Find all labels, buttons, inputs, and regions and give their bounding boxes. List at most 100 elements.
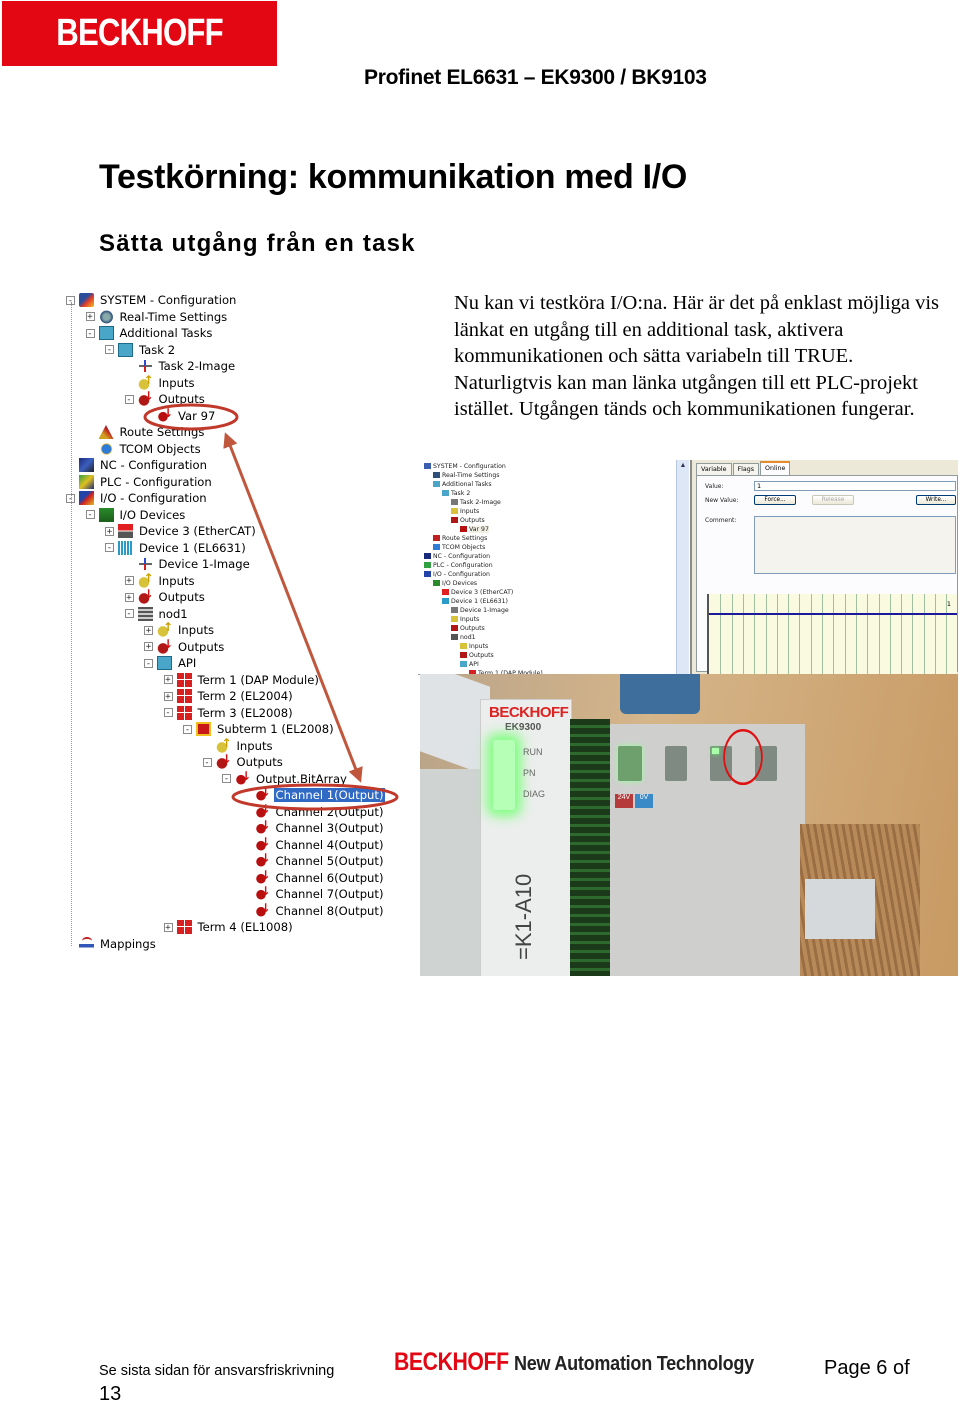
collapse-icon[interactable]: - (222, 774, 231, 784)
tree-item[interactable]: - Additional Tasks (85, 325, 215, 341)
mini-tree-icon (433, 580, 440, 586)
beckhoff-logo: BECKHOFF (2, 1, 277, 66)
force-button[interactable]: Force... (754, 495, 796, 505)
footer-logo: BECKHOFF New Automation Technology (394, 1348, 787, 1377)
value-field[interactable]: 1 (754, 481, 956, 491)
tab-online[interactable]: Online (760, 461, 791, 475)
tree-item[interactable]: Channel 8(Output) (242, 901, 386, 919)
tree-item[interactable]: + Inputs (144, 620, 216, 638)
tree-item[interactable]: - I/O - Configuration (66, 490, 209, 506)
tree-item[interactable]: Inputs (125, 373, 197, 391)
channel-icon (254, 818, 271, 835)
collapse-icon[interactable]: - (163, 708, 173, 718)
route-settings-icon (98, 425, 114, 439)
tree-item[interactable]: + Term 4 (EL1008) (163, 919, 295, 935)
mappings-icon (79, 936, 94, 951)
tree-item[interactable]: Mappings (66, 936, 158, 952)
comment-field[interactable] (754, 516, 956, 574)
profinet-device-icon (118, 540, 133, 555)
tree-item[interactable]: + Term 2 (EL2004) (163, 688, 295, 704)
tree-item[interactable]: Inputs (203, 736, 275, 754)
mini-tree-label: API (469, 661, 479, 668)
mini-tree-item[interactable]: Route Settings (433, 534, 487, 543)
expand-icon[interactable]: + (124, 592, 134, 602)
mini-tree-item[interactable]: Outputs (451, 624, 485, 633)
collapse-icon[interactable]: - (105, 345, 114, 355)
mini-tree-item[interactable]: I/O Devices (433, 579, 477, 588)
tree-item[interactable]: NC - Configuration (66, 457, 209, 473)
inputs-icon (137, 373, 154, 390)
tree-item[interactable]: + Outputs (124, 587, 207, 605)
tree-item[interactable]: - Device 1 (EL6631) (105, 540, 248, 556)
value-label: Value: (705, 483, 724, 490)
tree-item[interactable]: - nod1 (124, 606, 190, 622)
mini-tree-item[interactable]: Inputs (451, 615, 479, 624)
tree-item[interactable]: - API (144, 655, 198, 671)
expand-icon[interactable]: + (144, 625, 153, 635)
mini-tree-item[interactable]: Outputs (451, 516, 485, 525)
tab-variable[interactable]: Variable (696, 463, 732, 475)
mini-tree-item[interactable]: API (460, 660, 479, 669)
tree-item[interactable]: + Term 1 (DAP Module) (163, 672, 321, 688)
tree-item[interactable]: TCOM Objects (86, 441, 203, 457)
mini-tree-item[interactable]: TCOM Objects (433, 543, 485, 552)
collapse-icon[interactable]: - (144, 658, 153, 668)
collapse-icon[interactable]: - (85, 328, 95, 338)
tree-item[interactable]: Route Settings (86, 424, 207, 440)
mini-tree-item[interactable]: Inputs (451, 507, 479, 516)
tree-item[interactable]: Task 2-Image (125, 358, 238, 374)
mini-tree-item[interactable]: Device 3 (EtherCAT) (442, 588, 513, 597)
mini-tree-scrollbar[interactable]: ▲ (676, 460, 689, 674)
tree-item[interactable]: + Device 3 (EtherCAT) (105, 523, 258, 539)
tree-item[interactable]: PLC - Configuration (66, 474, 214, 490)
expand-icon[interactable]: + (124, 576, 134, 586)
release-button[interactable]: Release (812, 495, 854, 505)
mini-tree-item[interactable]: nod1 (451, 633, 476, 642)
tab-flags[interactable]: Flags (732, 463, 760, 475)
collapse-icon[interactable]: - (124, 609, 134, 619)
mini-tree-item[interactable]: Additional Tasks (433, 480, 492, 489)
mini-tree-item[interactable]: Outputs (460, 651, 494, 660)
mini-tree-item[interactable]: Device 1-Image (451, 606, 509, 615)
collapse-icon[interactable]: - (105, 543, 114, 553)
tree-item[interactable]: - SYSTEM - Configuration (66, 292, 238, 308)
mini-tree-item[interactable]: Task 2 (442, 489, 470, 498)
terminal-icon (176, 920, 192, 934)
mini-tree-label: Var 97 (469, 526, 489, 533)
collapse-icon[interactable]: - (202, 757, 212, 767)
expand-icon[interactable]: + (163, 675, 173, 685)
tree-item[interactable]: - Output.BitArray (222, 769, 349, 787)
expand-icon[interactable]: + (105, 526, 114, 536)
collapse-icon[interactable]: - (85, 510, 95, 520)
tree-item[interactable]: + Inputs (124, 571, 197, 589)
tree-item-label: Outputs (158, 392, 205, 406)
tree-item[interactable]: - Term 3 (EL2008) (163, 705, 295, 721)
mini-tree-item[interactable]: Real-Time Settings (433, 471, 500, 480)
tree-item-label: Task 2 (139, 342, 176, 357)
mini-tree-item[interactable]: PLC - Configuration (424, 561, 493, 570)
expand-icon[interactable]: + (163, 922, 173, 932)
mini-tree-item[interactable]: SYSTEM - Configuration (424, 462, 506, 471)
mini-tree-item[interactable]: Inputs (460, 642, 488, 651)
tree-item[interactable]: + Real-Time Settings (85, 309, 230, 325)
mini-tree-icon (451, 634, 458, 640)
collapse-icon[interactable]: - (183, 724, 192, 734)
tree-item[interactable]: - Subterm 1 (EL2008) (183, 721, 336, 737)
tree-item[interactable]: - Task 2 (105, 342, 177, 358)
write-button[interactable]: Write... (916, 495, 956, 505)
mini-tree-item[interactable]: Var 97 (460, 525, 489, 534)
channel-icon (254, 851, 271, 868)
mini-tree-item[interactable]: NC - Configuration (424, 552, 490, 561)
mini-tree-item[interactable]: I/O - Configuration (424, 570, 490, 579)
mini-tree-item[interactable]: Task 2-Image (451, 498, 501, 507)
expand-icon[interactable]: + (144, 642, 153, 652)
footer-disclaimer: Se sista sidan för ansvarsfriskrivning (99, 1363, 335, 1379)
collapse-icon[interactable]: - (124, 394, 134, 404)
tree-item[interactable]: Var 97 (144, 406, 217, 424)
expand-icon[interactable]: + (85, 312, 95, 322)
tree-item[interactable]: - I/O Devices (85, 507, 188, 523)
mini-tree-item[interactable]: Device 1 (EL6631) (442, 597, 508, 606)
scroll-up-icon[interactable]: ▲ (679, 462, 687, 470)
tree-item[interactable]: + Outputs (144, 637, 226, 655)
expand-icon[interactable]: + (163, 691, 173, 701)
